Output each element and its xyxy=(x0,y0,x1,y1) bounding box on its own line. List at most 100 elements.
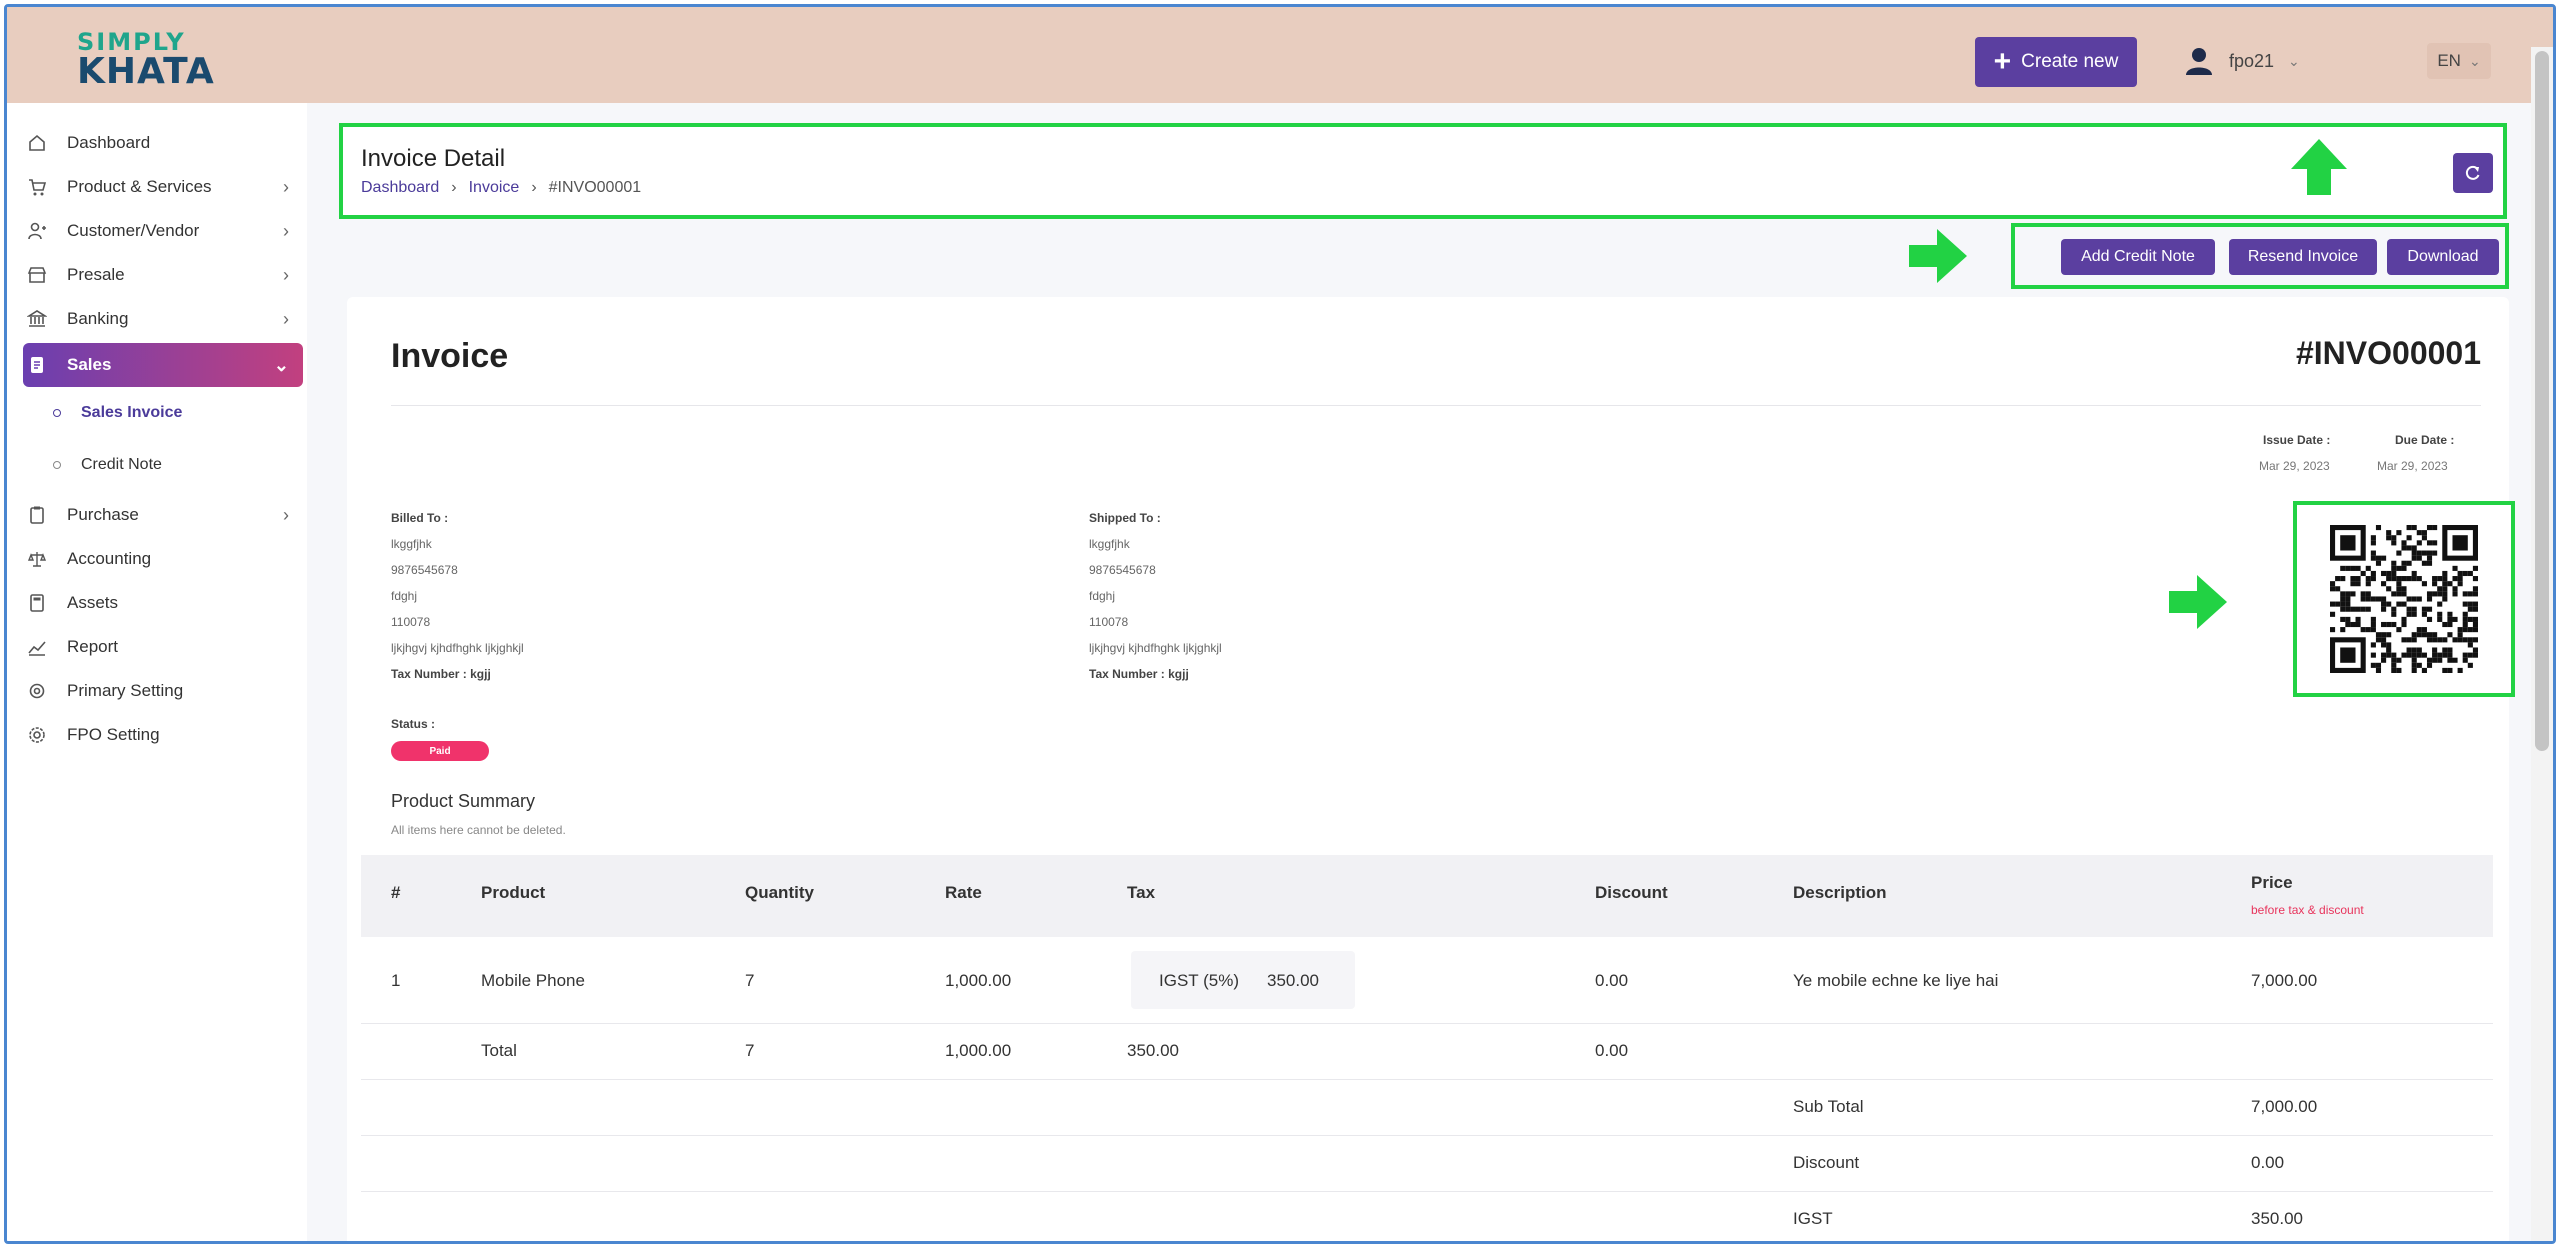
summary-row: Sub Total 7,000.00 xyxy=(361,1079,2493,1136)
shipped-phone: 9876545678 xyxy=(1089,563,1156,577)
plus-icon: + xyxy=(1993,45,2012,78)
breadcrumb-current: #INVO00001 xyxy=(548,179,642,196)
sidebar-item-label: Purchase xyxy=(67,505,139,524)
scrollbar-thumb[interactable] xyxy=(2535,51,2549,751)
summary-value: 7,000.00 xyxy=(2251,1097,2318,1116)
due-date-label: Due Date : xyxy=(2395,433,2455,447)
create-new-button[interactable]: + Create new xyxy=(1975,37,2137,87)
row-quantity: 7 xyxy=(745,971,755,990)
row-tax-name: IGST (5%) xyxy=(1159,971,1239,990)
sidebar-subitem-credit-note[interactable]: Credit Note xyxy=(53,447,162,483)
logo-line2: KHATA xyxy=(77,51,215,92)
sidebar-item-fpo-setting[interactable]: FPO Setting xyxy=(23,715,303,755)
chevron-down-icon: ⌄ xyxy=(273,354,289,375)
sidebar-item-dashboard[interactable]: Dashboard xyxy=(23,123,303,163)
sidebar-item-label: Banking xyxy=(67,309,129,328)
row-num: 1 xyxy=(391,971,401,990)
row-discount: 0.00 xyxy=(1595,971,1629,990)
sidebar-item-sales[interactable]: Sales ⌄ xyxy=(23,343,303,387)
download-button[interactable]: Download xyxy=(2387,239,2499,275)
gear-icon xyxy=(23,721,51,749)
breadcrumb-invoice[interactable]: Invoice xyxy=(469,179,520,197)
sidebar-item-product-services[interactable]: Product & Services › xyxy=(23,167,303,207)
sidebar-item-label: Accounting xyxy=(67,549,152,568)
chevron-down-icon: ⌄ xyxy=(2288,52,2300,69)
billed-phone: 9876545678 xyxy=(391,563,458,577)
sidebar-item-customer-vendor[interactable]: Customer/Vendor › xyxy=(23,211,303,251)
shipped-name: lkggfjhk xyxy=(1089,537,1130,551)
logo[interactable]: SIMPLY KHATA xyxy=(77,29,227,92)
summary-label: Discount xyxy=(1793,1153,1860,1172)
product-summary-note: All items here cannot be deleted. xyxy=(391,823,566,837)
home-icon xyxy=(23,129,51,157)
shipped-address: ljkjhgvj kjhdfhghk ljkjghkjl xyxy=(1089,641,1222,655)
issue-date-value: Mar 29, 2023 xyxy=(2259,459,2330,473)
breadcrumb-dashboard[interactable]: Dashboard xyxy=(361,179,439,197)
col-price: Price xyxy=(2251,873,2293,892)
sidebar: Dashboard Product & Services › Customer/… xyxy=(7,103,307,1241)
breadcrumb-separator-icon: › xyxy=(531,179,537,196)
sidebar-item-banking[interactable]: Banking › xyxy=(23,299,303,339)
sidebar-subitem-label: Credit Note xyxy=(81,456,162,473)
sidebar-item-label: Report xyxy=(67,637,119,656)
sidebar-item-presale[interactable]: Presale › xyxy=(23,255,303,295)
sidebar-item-purchase[interactable]: Purchase › xyxy=(23,495,303,535)
total-quantity: 7 xyxy=(745,1041,755,1060)
billed-name: lkggfjhk xyxy=(391,537,432,551)
billed-pin: 110078 xyxy=(391,615,431,629)
invoice-actions: Add Credit Note Resend Invoice Download xyxy=(2011,223,2509,289)
invoice-card: Invoice #INVO00001 Issue Date : Mar 29, … xyxy=(347,297,2515,1241)
product-summary-title: Product Summary xyxy=(391,791,536,811)
total-discount: 0.00 xyxy=(1595,1041,1629,1060)
row-tax-cell: IGST (5%) 350.00 xyxy=(1131,951,1355,1009)
language-select[interactable]: EN ⌄ xyxy=(2427,43,2491,79)
col-num: # xyxy=(391,883,401,902)
chevron-right-icon: › xyxy=(283,308,289,329)
row-price: 7,000.00 xyxy=(2251,971,2318,990)
col-rate: Rate xyxy=(945,883,982,902)
row-rate: 1,000.00 xyxy=(945,971,1012,990)
shipped-pin: 110078 xyxy=(1089,615,1129,629)
user-name: fpo21 xyxy=(2229,50,2275,71)
language-label: EN xyxy=(2437,51,2461,70)
arrow-right-icon xyxy=(1909,229,1967,283)
qr-code-frame xyxy=(2293,501,2515,697)
sidebar-item-report[interactable]: Report xyxy=(23,627,303,667)
chevron-right-icon: › xyxy=(283,220,289,241)
sidebar-item-label: Dashboard xyxy=(67,133,151,152)
sidebar-subitem-label: Sales Invoice xyxy=(81,404,183,421)
col-tax: Tax xyxy=(1127,883,1156,902)
arrow-up-icon xyxy=(2291,139,2347,195)
total-rate: 1,000.00 xyxy=(945,1041,1012,1060)
summary-label: IGST xyxy=(1793,1209,1833,1228)
issue-date-label: Issue Date : xyxy=(2263,433,2331,447)
invoice-title: Invoice xyxy=(391,337,509,375)
sidebar-item-primary-setting[interactable]: Primary Setting xyxy=(23,671,303,711)
top-bar: SIMPLY KHATA + Create new fpo21 ⌄ EN ⌄ xyxy=(7,7,2553,103)
bullet-icon xyxy=(53,409,61,417)
sidebar-item-label: Sales xyxy=(67,355,112,374)
resend-invoice-button[interactable]: Resend Invoice xyxy=(2229,239,2377,275)
bullet-icon xyxy=(53,461,61,469)
sidebar-item-accounting[interactable]: Accounting xyxy=(23,539,303,579)
sidebar-item-label: Primary Setting xyxy=(67,681,184,700)
sidebar-item-label: FPO Setting xyxy=(67,725,160,744)
col-product: Product xyxy=(481,883,546,902)
add-credit-note-button[interactable]: Add Credit Note xyxy=(2061,239,2215,275)
calculator-icon xyxy=(23,589,51,617)
qr-code-icon[interactable] xyxy=(2330,525,2478,673)
billed-address: ljkjhgvj kjhdfhghk ljkjghkjl xyxy=(391,641,524,655)
user-menu[interactable]: fpo21 ⌄ xyxy=(2183,39,2300,83)
sidebar-item-assets[interactable]: Assets xyxy=(23,583,303,623)
col-description: Description xyxy=(1793,883,1887,902)
refresh-button[interactable] xyxy=(2453,153,2493,193)
total-row: Total 7 1,000.00 350.00 0.00 xyxy=(361,1023,2493,1080)
invoice-number: #INVO00001 xyxy=(2295,335,2481,371)
page-title: Invoice Detail xyxy=(361,145,506,172)
sidebar-subitem-sales-invoice[interactable]: Sales Invoice xyxy=(53,395,182,431)
breadcrumb: Dashboard › Invoice › #INVO00001 xyxy=(361,179,641,197)
billed-to-block: Billed To : lkggfjhk 9876545678 fdghj 11… xyxy=(391,505,524,687)
chevron-right-icon: › xyxy=(283,264,289,285)
status-label: Status : xyxy=(391,717,436,731)
summary-label: Sub Total xyxy=(1793,1097,1864,1116)
